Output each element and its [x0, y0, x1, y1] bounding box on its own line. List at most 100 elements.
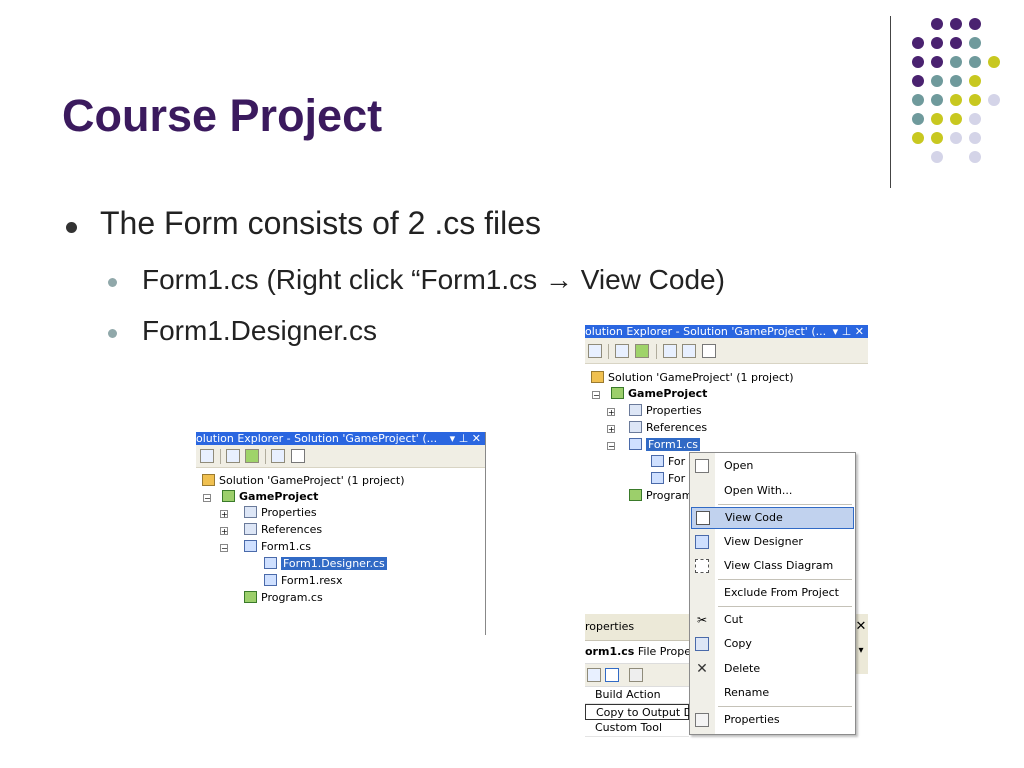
collapse-icon[interactable]: −: [220, 544, 228, 553]
expand-icon[interactable]: +: [220, 527, 228, 536]
tree-item-references[interactable]: References: [629, 420, 707, 436]
copy-icon: [695, 637, 709, 651]
tree-item-program[interactable]: Program: [629, 488, 692, 504]
explorer-title: olution Explorer - Solution 'GameProject…: [196, 432, 438, 445]
tree-item-solution[interactable]: Solution 'GameProject' (1 project): [202, 473, 405, 489]
decorative-dot: [950, 132, 962, 144]
expand-icon[interactable]: +: [607, 408, 615, 417]
decorative-dot: [969, 37, 981, 49]
view-designer-icon[interactable]: [682, 344, 696, 358]
properties-folder-icon: [244, 506, 257, 518]
menu-item-open-with[interactable]: Open With...: [690, 480, 855, 502]
decorative-dot: [969, 132, 981, 144]
decorative-dot: [912, 113, 924, 125]
explorer-toolbar: [196, 445, 485, 468]
tree-item-form1[interactable]: Form1.cs: [629, 437, 700, 453]
class-diagram-icon: [695, 559, 709, 573]
decorative-dot: [912, 132, 924, 144]
tree-item-properties[interactable]: Properties: [629, 403, 702, 419]
code-file-icon: [264, 557, 277, 569]
title-controls[interactable]: ▾ ⊥ ✕: [833, 325, 864, 338]
properties-folder-icon: [629, 404, 642, 416]
tree-item-form1-resx[interactable]: Form1.resx: [264, 573, 343, 589]
menu-item-properties[interactable]: Properties: [690, 709, 855, 731]
tree-item-form1-designer[interactable]: Form1.Designer.cs: [264, 556, 387, 572]
show-all-files-icon[interactable]: [615, 344, 629, 358]
collapse-icon[interactable]: −: [592, 391, 600, 400]
refresh-icon[interactable]: [245, 449, 259, 463]
delete-icon: ✕: [696, 661, 708, 677]
properties-icon[interactable]: [588, 344, 602, 358]
categorized-icon[interactable]: [587, 668, 601, 682]
tree-item-properties[interactable]: Properties: [244, 505, 317, 521]
tree-item-references[interactable]: References: [244, 522, 322, 538]
slide-title: Course Project: [62, 90, 383, 141]
collapse-icon[interactable]: −: [607, 442, 615, 451]
expand-icon[interactable]: +: [607, 425, 615, 434]
view-code-icon[interactable]: [271, 449, 285, 463]
properties-subject[interactable]: orm1.cs File Prope: [585, 641, 689, 664]
menu-item-copy[interactable]: Copy: [690, 633, 855, 655]
properties-panel: roperties orm1.cs File Prope Build Actio…: [585, 614, 689, 738]
decorative-dot: [969, 113, 981, 125]
decorative-dot: [969, 75, 981, 87]
property-row[interactable]: Copy to Output Di: [585, 704, 689, 720]
menu-item-cut[interactable]: ✂ Cut: [690, 609, 855, 631]
bullet-2: Form1.cs (Right click “Form1.cs → View C…: [142, 264, 725, 295]
class-diagram-icon[interactable]: [291, 449, 305, 463]
menu-item-rename[interactable]: Rename: [690, 682, 855, 704]
left-solution-explorer: olution Explorer - Solution 'GameProject…: [196, 432, 486, 635]
property-pages-icon[interactable]: [629, 668, 643, 682]
open-icon: [695, 459, 709, 473]
property-row[interactable]: Custom Tool: [585, 720, 689, 737]
resource-file-icon: [264, 574, 277, 586]
decorative-dot: [950, 75, 962, 87]
tree-item-solution[interactable]: Solution 'GameProject' (1 project): [591, 370, 794, 386]
bullet-3: Form1.Designer.cs: [142, 315, 377, 346]
show-all-files-icon[interactable]: [226, 449, 240, 463]
menu-item-view-class-diagram[interactable]: View Class Diagram: [690, 555, 855, 577]
tree-item-project[interactable]: GameProject: [222, 489, 318, 505]
menu-item-view-designer[interactable]: View Designer: [690, 531, 855, 553]
view-code-icon: [696, 511, 710, 525]
decorative-dot: [931, 56, 943, 68]
menu-item-exclude[interactable]: Exclude From Project: [690, 582, 855, 604]
class-diagram-icon[interactable]: [702, 344, 716, 358]
tree-item-form1-designer[interactable]: For: [651, 454, 685, 470]
dot-pattern-decoration: [910, 16, 1014, 166]
dropdown-arrow-icon[interactable]: ▾: [854, 640, 868, 662]
decorative-dot: [969, 94, 981, 106]
decorative-dot: [931, 132, 943, 144]
resource-file-icon: [651, 472, 664, 484]
refresh-icon[interactable]: [635, 344, 649, 358]
expand-icon[interactable]: +: [220, 510, 228, 519]
title-controls[interactable]: ▾ ⊥ ✕: [450, 432, 481, 445]
explorer-title-bar: olution Explorer - Solution 'GameProject…: [585, 325, 868, 338]
view-code-icon[interactable]: [663, 344, 677, 358]
decorative-dot: [931, 37, 943, 49]
menu-separator: [718, 706, 852, 707]
menu-item-open[interactable]: Open: [690, 455, 855, 477]
explorer-title-bar: olution Explorer - Solution 'GameProject…: [196, 432, 485, 445]
close-icon[interactable]: ✕: [854, 614, 868, 640]
collapse-icon[interactable]: −: [203, 494, 211, 503]
tree-item-program[interactable]: Program.cs: [244, 590, 323, 606]
decorative-dot: [931, 151, 943, 163]
properties-icon: [695, 713, 709, 727]
property-row[interactable]: Build Action: [585, 687, 689, 704]
decorative-dot: [912, 56, 924, 68]
properties-icon[interactable]: [200, 449, 214, 463]
decorative-dot: [988, 94, 1000, 106]
scissors-icon: ✂: [696, 613, 708, 627]
decorative-dot: [950, 113, 962, 125]
decorative-dot: [931, 113, 943, 125]
menu-item-delete[interactable]: ✕ Delete: [690, 658, 855, 680]
decorative-dot: [969, 18, 981, 30]
cs-file-icon: [629, 489, 642, 501]
alphabetical-icon[interactable]: [605, 668, 619, 682]
menu-item-view-code[interactable]: View Code: [691, 507, 854, 529]
tree-item-form1-resx[interactable]: For: [651, 471, 685, 487]
references-icon: [244, 523, 257, 535]
tree-item-form1[interactable]: Form1.cs: [244, 539, 311, 555]
tree-item-project[interactable]: GameProject: [611, 386, 707, 402]
